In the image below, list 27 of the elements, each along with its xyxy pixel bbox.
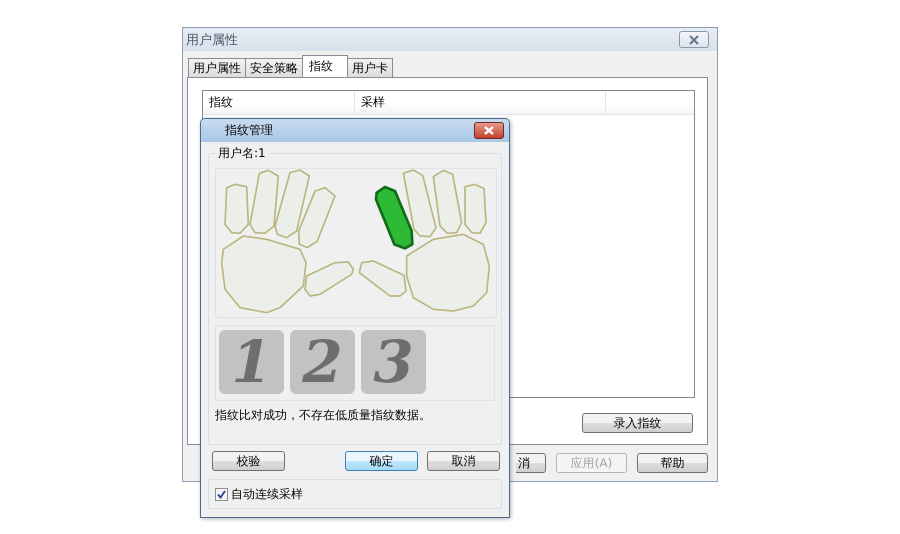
check-icon <box>217 490 226 498</box>
checkbox[interactable] <box>215 488 228 500</box>
tab[interactable]: 用户属性 <box>188 58 246 77</box>
finger-shape[interactable] <box>374 186 414 250</box>
finger-shape[interactable] <box>402 169 437 238</box>
column-header[interactable]: 采样 <box>355 91 606 114</box>
dialog-title: 指纹管理 <box>225 122 273 139</box>
group-label: 用户名:1 <box>216 146 268 161</box>
window-title: 用户属性 <box>186 32 238 48</box>
tab[interactable]: 指纹 <box>302 55 348 77</box>
close-button[interactable] <box>474 122 504 139</box>
fingerprint-sample: 3 <box>361 330 426 394</box>
column-header[interactable]: 指纹 <box>203 91 355 114</box>
fingerprint-sample: 1 <box>219 330 284 394</box>
dialog-button[interactable]: 消 <box>516 453 546 473</box>
enroll-fingerprint-button[interactable]: 录入指纹 <box>582 413 693 433</box>
status-message: 指纹比对成功，不存在低质量指纹数据。 <box>215 407 432 424</box>
tab[interactable]: 安全策略 <box>245 58 303 77</box>
dialog-button[interactable]: 确定 <box>345 451 418 471</box>
dialog-button[interactable]: 校验 <box>212 451 285 471</box>
dialog-button[interactable]: 帮助 <box>637 453 708 473</box>
fingerprint-sample: 2 <box>290 330 355 394</box>
auto-sample-checkbox[interactable]: 自动连续采样 <box>215 486 303 502</box>
close-icon <box>687 34 701 44</box>
tab[interactable]: 用户卡 <box>347 58 393 77</box>
close-icon <box>483 126 495 135</box>
dialog-button[interactable]: 取消 <box>427 451 500 471</box>
